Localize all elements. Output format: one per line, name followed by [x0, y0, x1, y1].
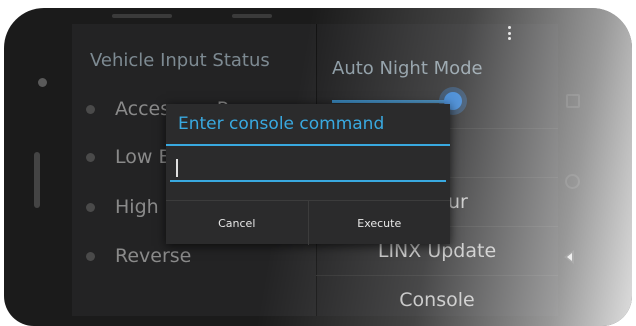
text-cursor — [176, 159, 178, 177]
volume-button — [112, 14, 172, 18]
status-indicator — [86, 152, 95, 162]
status-indicator — [86, 251, 95, 261]
auto-night-mode-slider-track[interactable] — [332, 100, 452, 103]
camera-icon — [38, 78, 47, 87]
more-vert-icon[interactable] — [508, 26, 511, 40]
dialog-button-bar: Cancel Execute — [166, 200, 450, 245]
console-command-input[interactable] — [170, 154, 446, 182]
triangle-back-icon[interactable] — [564, 250, 574, 264]
cancel-button[interactable]: Cancel — [166, 201, 308, 245]
console-button[interactable]: Console — [316, 275, 558, 316]
power-button — [232, 14, 272, 18]
square-icon[interactable] — [566, 94, 580, 108]
dialog-divider — [166, 144, 450, 146]
status-row-reverse: Reverse — [86, 242, 191, 270]
status-indicator — [86, 202, 95, 212]
circle-icon[interactable] — [565, 174, 580, 189]
status-indicator — [86, 104, 95, 114]
console-command-dialog: Enter console command Cancel Execute — [166, 104, 450, 245]
dialog-title: Enter console command — [178, 114, 385, 134]
auto-night-mode-label: Auto Night Mode — [332, 58, 483, 79]
status-label: Reverse — [115, 245, 192, 267]
panel-title: Vehicle Input Status — [90, 50, 270, 71]
side-button — [34, 152, 40, 208]
execute-button[interactable]: Execute — [307, 201, 451, 245]
